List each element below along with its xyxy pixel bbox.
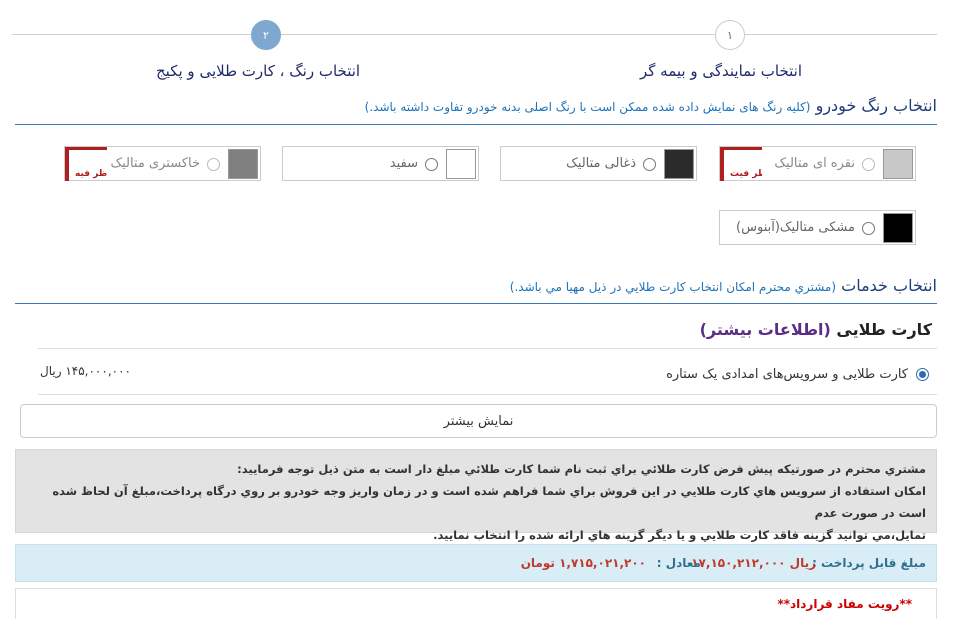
payment-amount-rial: ۱۷,۱۵۰,۲۱۲,۰۰۰ ریال <box>691 556 816 570</box>
services-section-header: انتخاب خدمات (مشتري محترم امكان انتخاب ك… <box>510 276 937 295</box>
charcoal-radio[interactable] <box>643 158 656 171</box>
capacity-full-stamp: ظر فیت <box>720 147 762 181</box>
payment-summary: مبلغ قابل پرداخت : ۱۷,۱۵۰,۲۱۲,۰۰۰ ریال م… <box>15 544 937 582</box>
gold-card-info-notice: مشتري محترم در صورتيكه پيش فرض كارت طلائ… <box>15 449 937 542</box>
payment-amount-toman: ۱,۷۱۵,۰۲۱,۲۰۰ تومان <box>520 556 646 570</box>
info-line: مشتري محترم در صورتيكه پيش فرض كارت طلائ… <box>237 462 926 476</box>
white-radio[interactable] <box>425 158 438 171</box>
gold-card-radio[interactable] <box>916 368 929 381</box>
color-option-black[interactable]: مشکی متالیک(آبنوس) <box>719 210 916 245</box>
steps-progress-line <box>12 34 937 35</box>
black-swatch <box>883 213 913 243</box>
contract-panel: **رویت مفاد قرارداد** <box>15 588 937 619</box>
color-option-charcoal[interactable]: ذغالی متالیک <box>500 146 697 181</box>
services-section-title: انتخاب خدمات <box>841 276 937 295</box>
step-2-indicator[interactable]: ۲ <box>251 20 281 50</box>
color-option-white[interactable]: سفید <box>282 146 479 181</box>
gold-card-more-info-link[interactable]: (اطلاعات بیشتر) <box>700 320 831 339</box>
white-swatch <box>446 149 476 179</box>
step-1-label: انتخاب نمایندگی و بیمه گر <box>640 62 803 80</box>
payment-equiv-label: معادل : <box>656 556 701 570</box>
silver-label: نقره ای متالیک <box>774 156 855 171</box>
color-section-divider <box>15 124 937 125</box>
white-label: سفید <box>389 156 418 171</box>
silver-swatch <box>883 149 913 179</box>
color-section-header: انتخاب رنگ خودرو (کلیه رنگ های نمایش داد… <box>365 96 937 115</box>
info-line: تمايل،مي توانيد گزينه فاقد كارت طلايي و … <box>433 528 926 542</box>
services-section-divider <box>15 303 937 304</box>
gold-card-option[interactable]: کارت طلایی و سرویس‌های امدادی یک ستاره <box>666 367 929 382</box>
step-1-indicator[interactable]: ۱ <box>715 20 745 50</box>
gold-card-divider <box>38 348 937 349</box>
capacity-full-stamp: ظر فیه <box>65 147 107 181</box>
gray-label: خاکستری متالیک <box>110 156 200 171</box>
payment-label: مبلغ قابل پرداخت : <box>812 556 926 570</box>
info-line: امكان استفاده از سرويس هاي كارت طلايي در… <box>52 484 926 520</box>
charcoal-label: ذغالی متالیک <box>566 156 636 171</box>
charcoal-swatch <box>664 149 694 179</box>
step-2-label: انتخاب رنگ ، کارت طلایی و پکیج <box>156 62 361 80</box>
gold-card-title: کارت طلایی (اطلاعات بیشتر) <box>699 320 932 339</box>
color-option-gray: خاکستری متالیک ظر فیه <box>64 146 261 181</box>
gold-option-divider <box>38 394 937 395</box>
gold-card-option-label: کارت طلایی و سرویس‌های امدادی یک ستاره <box>666 367 908 382</box>
gray-radio <box>207 158 220 171</box>
color-section-title: انتخاب رنگ خودرو <box>815 96 937 115</box>
silver-radio <box>862 158 875 171</box>
services-section-note: (مشتري محترم امكان انتخاب كارت طلايي در … <box>509 280 837 294</box>
gold-card-price: ۱۴۵,۰۰۰,۰۰۰ ریال <box>40 364 131 378</box>
color-option-silver: نقره ای متالیک ظر فیت <box>719 146 916 181</box>
black-label: مشکی متالیک(آبنوس) <box>736 220 855 235</box>
show-more-button[interactable]: نمایش بیشتر <box>20 404 937 438</box>
gray-swatch <box>228 149 258 179</box>
color-section-note: (کلیه رنگ های نمایش داده شده ممکن است با… <box>364 100 811 114</box>
black-radio[interactable] <box>862 222 875 235</box>
contract-title[interactable]: **رویت مفاد قرارداد** <box>777 597 912 611</box>
